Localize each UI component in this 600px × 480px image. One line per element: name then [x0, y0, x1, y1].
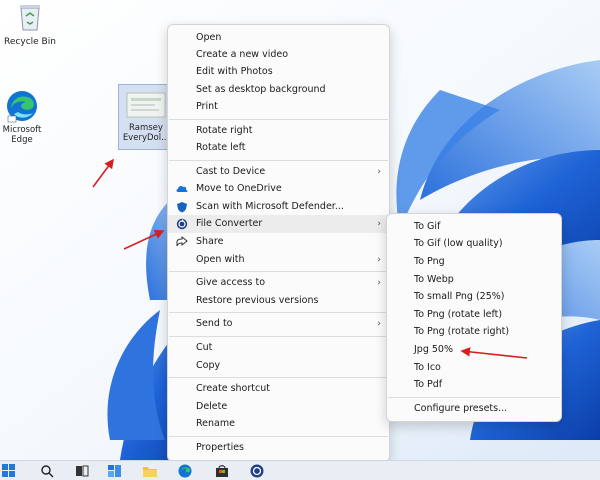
widgets-icon[interactable]	[108, 464, 122, 478]
windows-start-icon[interactable]	[2, 464, 16, 478]
arrow-to-file-converter	[123, 229, 165, 250]
arrow-to-file	[92, 158, 114, 188]
annotation-arrows	[92, 158, 528, 359]
search-icon[interactable]	[40, 464, 54, 478]
arrow-to-jpg-50	[460, 347, 528, 359]
task-view-icon[interactable]	[75, 464, 89, 478]
file-explorer-icon[interactable]	[143, 464, 157, 478]
file-converter-taskbar-icon[interactable]	[250, 464, 264, 478]
edge-taskbar-icon[interactable]	[178, 464, 192, 478]
taskbar	[0, 460, 600, 480]
store-icon[interactable]	[215, 464, 229, 478]
